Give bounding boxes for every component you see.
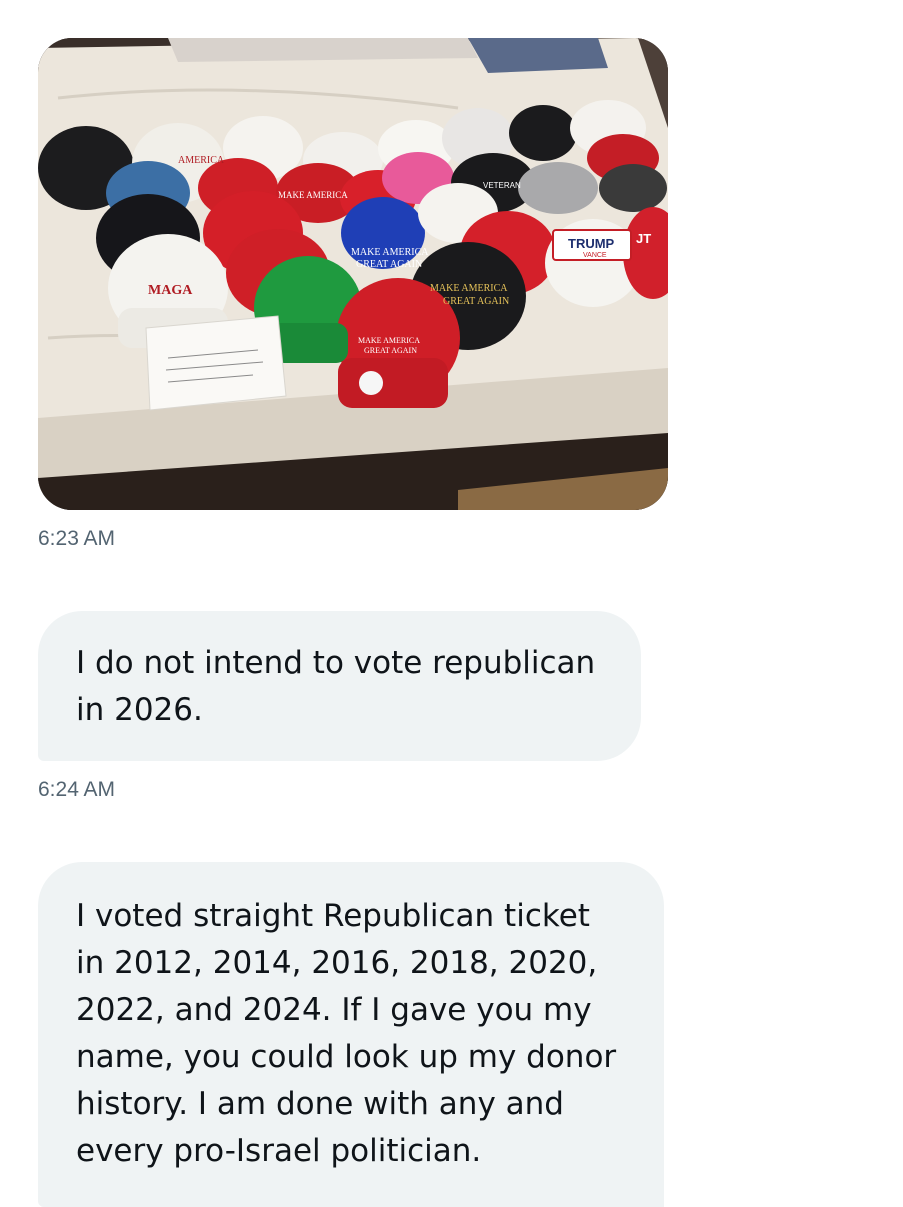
svg-text:VANCE: VANCE bbox=[583, 252, 607, 259]
svg-text:GREAT AGAIN: GREAT AGAIN bbox=[364, 346, 417, 355]
svg-text:MAKE AMERICA: MAKE AMERICA bbox=[430, 283, 508, 294]
svg-text:TRUMP: TRUMP bbox=[568, 236, 615, 251]
hats-photo-illustration: MAGA MAKE AMERICA GREAT AGAIN MAKE AMERI… bbox=[38, 38, 668, 510]
svg-text:MAGA: MAGA bbox=[148, 283, 193, 298]
svg-text:AMERICA: AMERICA bbox=[178, 155, 225, 166]
attached-photo[interactable]: MAGA MAKE AMERICA GREAT AGAIN MAKE AMERI… bbox=[38, 38, 668, 510]
message-bubble[interactable]: I voted straight Republican ticket in 20… bbox=[38, 862, 664, 1207]
message-text: I do not intend to vote republican in 20… bbox=[76, 645, 596, 728]
svg-text:GREAT AGAIN: GREAT AGAIN bbox=[443, 296, 509, 307]
message-bubble[interactable]: I do not intend to vote republican in 20… bbox=[38, 611, 641, 761]
svg-text:MAKE AMERICA: MAKE AMERICA bbox=[278, 190, 348, 200]
message-timestamp: 6:24 AM bbox=[38, 778, 116, 801]
svg-text:MAKE AMERICA: MAKE AMERICA bbox=[351, 247, 429, 258]
svg-text:GREAT AGAIN: GREAT AGAIN bbox=[356, 259, 422, 270]
svg-text:JT: JT bbox=[636, 231, 651, 246]
message-text: I voted straight Republican ticket in 20… bbox=[76, 898, 617, 1169]
svg-text:VETERAN: VETERAN bbox=[483, 181, 521, 190]
svg-text:MAKE AMERICA: MAKE AMERICA bbox=[358, 336, 420, 345]
message-timestamp: 6:23 AM bbox=[38, 527, 116, 550]
